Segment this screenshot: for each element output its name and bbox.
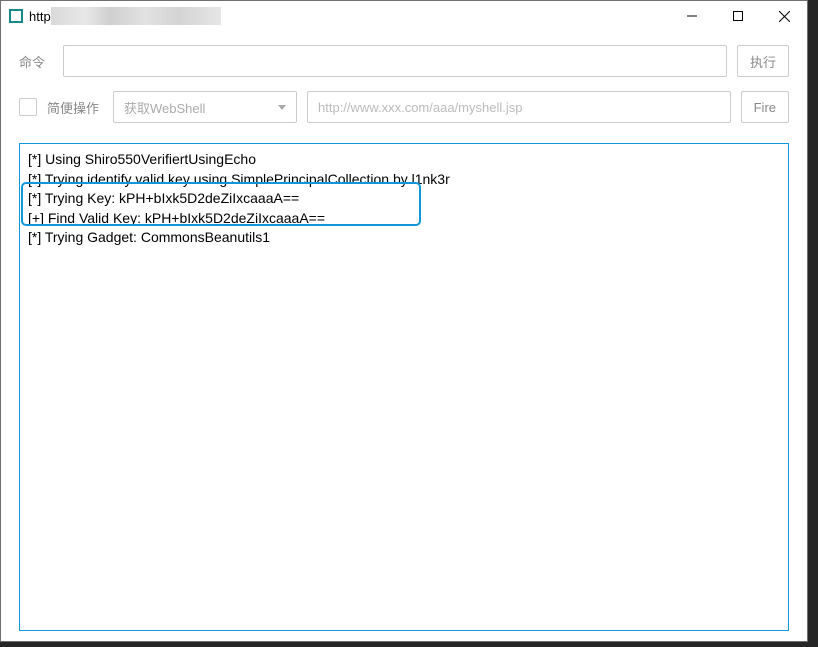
- output-line: [*] Using Shiro550VerifiertUsingEcho: [28, 150, 780, 170]
- output-textarea[interactable]: [*] Using Shiro550VerifiertUsingEcho [*]…: [19, 143, 789, 631]
- operations-row: 简便操作 获取WebShell Fire: [19, 91, 789, 123]
- fire-button[interactable]: Fire: [741, 91, 789, 123]
- close-button[interactable]: [761, 1, 807, 31]
- action-select[interactable]: 获取WebShell: [113, 91, 297, 123]
- output-line: [*] Trying identify valid key using Simp…: [28, 170, 780, 190]
- output-line: [*] Trying Key: kPH+bIxk5D2deZiIxcaaaA==: [28, 189, 780, 209]
- maximize-icon: [733, 11, 743, 21]
- command-input[interactable]: [63, 45, 727, 77]
- output-line: [*] Trying Gadget: CommonsBeanutils1: [28, 228, 780, 248]
- window-controls: [669, 1, 807, 31]
- simple-ops-checkbox[interactable]: [19, 98, 37, 116]
- execute-button[interactable]: 执行: [737, 45, 789, 77]
- close-icon: [779, 11, 790, 22]
- titlebar: http: [1, 1, 807, 31]
- maximize-button[interactable]: [715, 1, 761, 31]
- window-title: http: [29, 9, 51, 24]
- content-area: 命令 执行 简便操作 获取WebShell Fire [*] Using Shi…: [1, 31, 807, 641]
- minimize-icon: [687, 11, 697, 21]
- app-icon: [9, 9, 23, 23]
- action-select-value: 获取WebShell: [124, 98, 205, 117]
- minimize-button[interactable]: [669, 1, 715, 31]
- command-label: 命令: [19, 52, 53, 71]
- simple-ops-label: 简便操作: [47, 98, 99, 117]
- shell-url-input[interactable]: [307, 91, 731, 123]
- command-row: 命令 执行: [19, 45, 789, 77]
- chevron-down-icon: [278, 105, 286, 110]
- output-line: [+] Find Valid Key: kPH+bIxk5D2deZiIxcaa…: [28, 209, 780, 229]
- title-obscured: [51, 7, 221, 25]
- app-window: http 命令 执行 简便操作 获取WebShell: [0, 0, 808, 642]
